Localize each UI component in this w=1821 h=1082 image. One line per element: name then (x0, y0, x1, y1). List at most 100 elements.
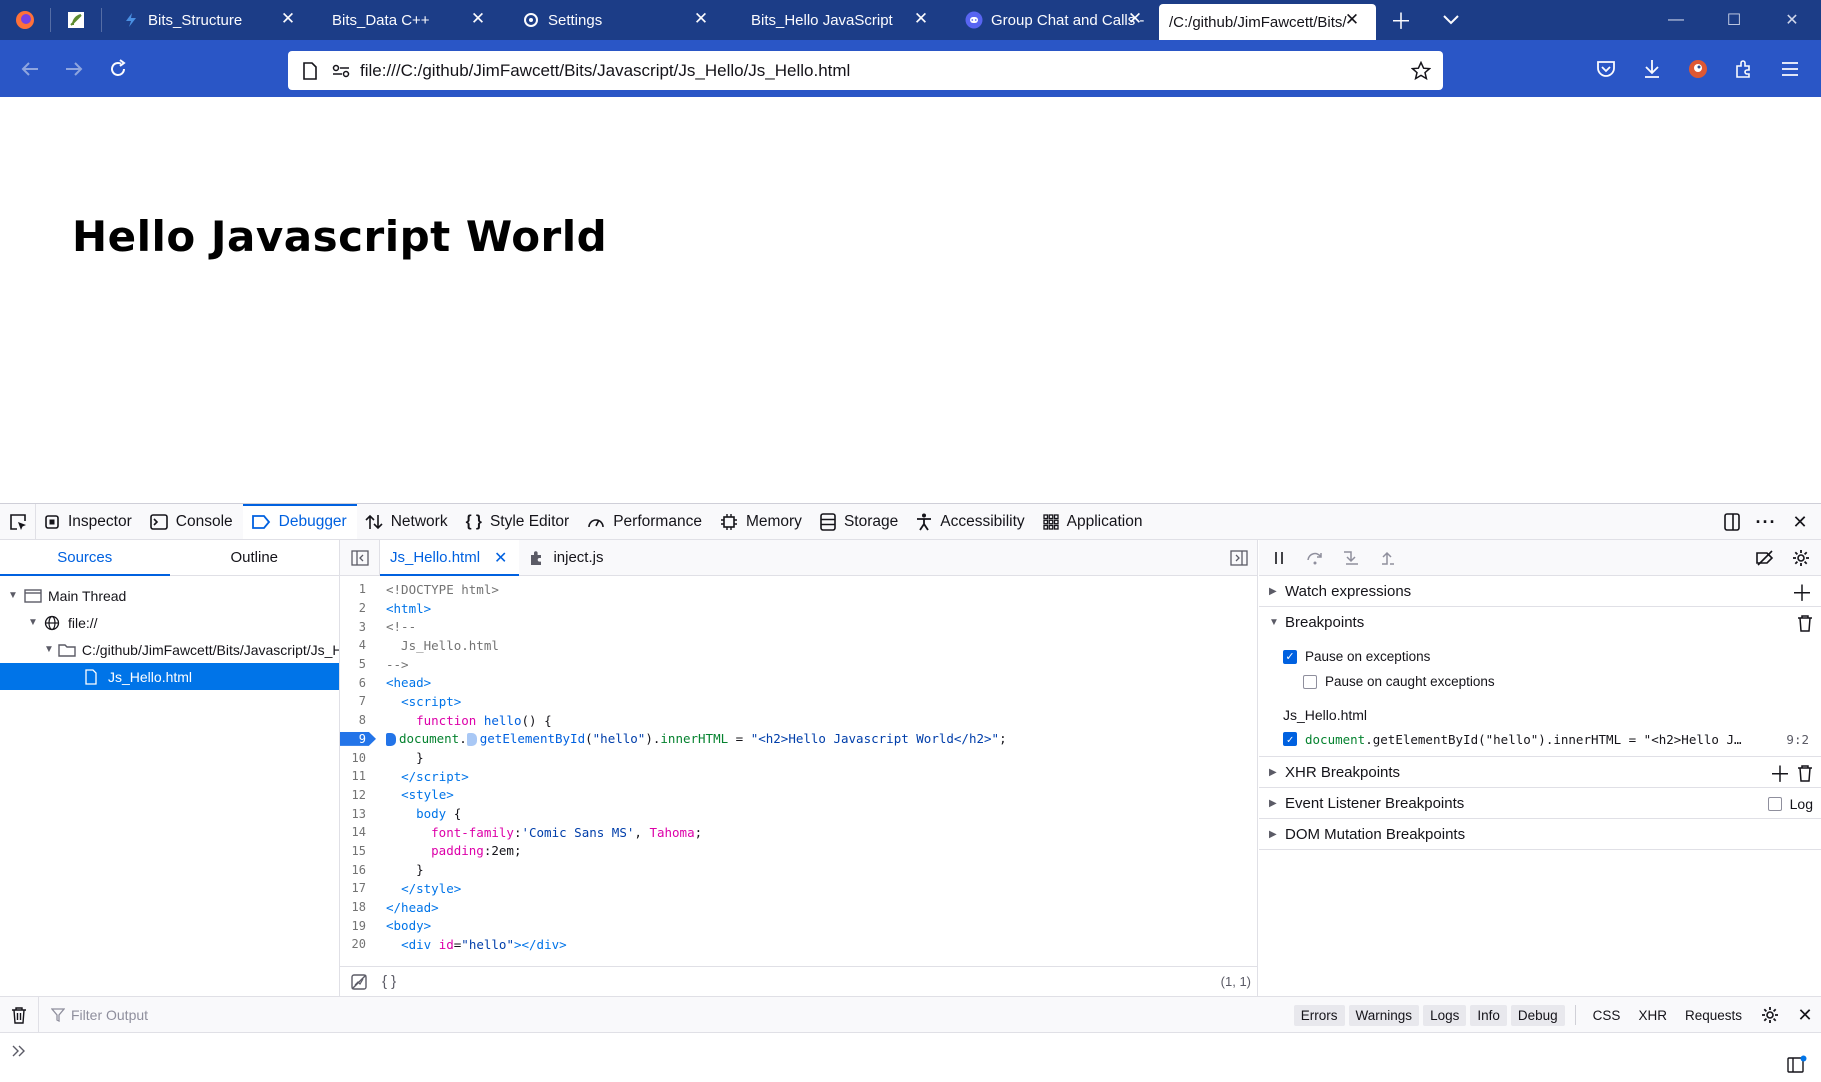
tab-pinned-leaf[interactable] (51, 0, 101, 40)
devtools-tab-inspector[interactable]: Inspector (36, 504, 142, 539)
reload-button[interactable] (96, 47, 140, 91)
devtools-options-button[interactable]: ··· (1749, 504, 1783, 540)
console-filter[interactable]: Filter Output (38, 996, 148, 1033)
editor-mode-toggle-button[interactable] (1787, 1055, 1807, 1073)
breakpoints-header[interactable]: ▼ Breakpoints (1259, 607, 1821, 638)
level-logs[interactable]: Logs (1423, 1004, 1467, 1026)
permissions-icon[interactable] (328, 64, 354, 78)
tab-outline[interactable]: Outline (170, 540, 340, 575)
level-info[interactable]: Info (1470, 1004, 1507, 1026)
event-listener-breakpoints-header[interactable]: ▶ Event Listener Breakpoints Log (1259, 788, 1821, 819)
step-over-button[interactable] (1297, 540, 1333, 576)
tab-bits-hello-javascript[interactable]: Bits_Hello JavaScript ✕ (725, 0, 945, 40)
tab-settings[interactable]: Settings ✕ (502, 0, 725, 40)
tree-item-folder[interactable]: ▼ C:/github/JimFawcett/Bits/Javascript/J… (0, 636, 339, 663)
watch-expressions-header[interactable]: ▶ Watch expressions ＋ (1259, 576, 1821, 607)
xhr-breakpoints-header[interactable]: ▶ XHR Breakpoints ＋ (1259, 757, 1821, 788)
filter-css[interactable]: CSS (1586, 1005, 1628, 1026)
back-button[interactable] (8, 47, 52, 91)
close-icon[interactable]: ✕ (1125, 9, 1145, 29)
trash-icon[interactable] (1797, 764, 1813, 782)
bookmark-star-icon[interactable] (1403, 60, 1439, 81)
editor-tab-inject-js[interactable]: inject.js (519, 540, 615, 575)
toggle-sources-button[interactable] (340, 540, 380, 575)
close-devtools-button[interactable]: ✕ (1783, 504, 1817, 540)
forward-button[interactable] (52, 47, 96, 91)
trash-icon[interactable] (1797, 614, 1813, 632)
level-warnings[interactable]: Warnings (1348, 1004, 1420, 1026)
dock-toggle-button[interactable] (1715, 504, 1749, 540)
close-icon[interactable]: ✕ (494, 548, 507, 568)
duckduckgo-extension-button[interactable] (1675, 47, 1721, 91)
close-icon[interactable]: ✕ (468, 9, 488, 29)
minimize-button[interactable]: — (1647, 0, 1705, 40)
filter-xhr[interactable]: XHR (1631, 1005, 1674, 1026)
toggle-right-pane-button[interactable] (1229, 548, 1249, 568)
close-icon[interactable]: ✕ (691, 9, 711, 29)
expand-triangle-icon[interactable]: ▼ (26, 617, 40, 628)
step-out-button[interactable] (1369, 540, 1405, 576)
editor-tab-js-hello-html[interactable]: Js_Hello.html ✕ (380, 540, 520, 576)
maximize-button[interactable]: ☐ (1705, 0, 1763, 40)
checkbox-checked[interactable]: ✓ (1283, 649, 1297, 664)
tab-discord[interactable]: Group Chat and Calls - ✕ (945, 0, 1159, 40)
element-picker-button[interactable] (0, 504, 36, 539)
new-tab-button[interactable]: ＋ (1376, 0, 1426, 40)
pause-on-caught-option[interactable]: Pause on caught exceptions (1283, 669, 1821, 694)
tab-bits-structure[interactable]: Bits_Structure ✕ (102, 0, 312, 40)
filter-requests[interactable]: Requests (1678, 1005, 1749, 1026)
blackbox-source-button[interactable] (350, 973, 368, 991)
devtools-tab-accessibility[interactable]: Accessibility (908, 504, 1034, 539)
close-icon[interactable]: ✕ (911, 9, 931, 29)
devtools-tab-debugger[interactable]: Debugger (242, 504, 357, 539)
breakpoint-entry[interactable]: ✓ document .getElementById("hello").inner… (1283, 726, 1821, 752)
tab-sources[interactable]: Sources (0, 540, 170, 576)
tab-bits-data-cpp[interactable]: Bits_Data C++ ✕ (312, 0, 502, 40)
plus-icon[interactable]: ＋ (1791, 576, 1813, 608)
plus-icon[interactable]: ＋ (1769, 757, 1791, 789)
close-icon[interactable]: ✕ (1342, 10, 1362, 30)
devtools-tab-memory[interactable]: Memory (712, 504, 812, 539)
console-input[interactable] (0, 1033, 1821, 1073)
close-split-console-button[interactable]: ✕ (1789, 1005, 1821, 1026)
deactivate-breakpoints-button[interactable] (1747, 540, 1783, 576)
code-view[interactable]: 1 <!DOCTYPE html> 2 <html> 3 <!-- 4 Js_Hell… (340, 580, 1257, 962)
column-breakpoint-icon[interactable] (466, 733, 477, 747)
devtools-tab-style-editor[interactable]: { } Style Editor (458, 504, 580, 539)
devtools-tab-network[interactable]: Network (357, 504, 458, 539)
code-line-breakpoint[interactable]: 9 document. getElementById("hello").innerH… (340, 730, 1257, 749)
debugger-settings-button[interactable] (1783, 540, 1819, 576)
checkbox-unchecked[interactable] (1303, 674, 1317, 689)
level-errors[interactable]: Errors (1293, 1004, 1345, 1026)
clear-console-button[interactable] (0, 1006, 38, 1024)
list-all-tabs-button[interactable] (1426, 0, 1476, 40)
downloads-button[interactable] (1629, 47, 1675, 91)
devtools-tab-storage[interactable]: Storage (812, 504, 908, 539)
console-settings-button[interactable] (1751, 1006, 1789, 1024)
breakpoint-marker[interactable]: 9 (340, 731, 376, 746)
close-icon[interactable]: ✕ (278, 9, 298, 29)
log-checkbox[interactable] (1767, 796, 1782, 811)
dom-mutation-breakpoints-header[interactable]: ▶ DOM Mutation Breakpoints (1259, 819, 1821, 850)
tab-js-hello-active[interactable]: /C:/github/JimFawcett/Bits/ ✕ (1159, 4, 1376, 40)
pause-button[interactable] (1261, 540, 1297, 576)
url-bar[interactable]: file:///C:/github/JimFawcett/Bits/Javasc… (288, 51, 1443, 90)
pause-on-exceptions-option[interactable]: ✓ Pause on exceptions (1283, 644, 1821, 669)
checkbox-checked[interactable]: ✓ (1283, 732, 1297, 746)
tree-item-file-protocol[interactable]: ▼ file:// (0, 609, 339, 636)
devtools-tab-application[interactable]: Application (1035, 504, 1153, 539)
tree-item-main-thread[interactable]: ▼ Main Thread (0, 582, 339, 609)
tab-pinned-firefox[interactable] (0, 0, 50, 40)
app-menu-button[interactable] (1767, 47, 1813, 91)
devtools-tab-console[interactable]: Console (142, 504, 243, 539)
expand-triangle-icon[interactable]: ▼ (6, 590, 20, 601)
devtools-tab-performance[interactable]: Performance (579, 504, 712, 539)
pretty-print-button[interactable]: { } (382, 973, 396, 990)
pocket-button[interactable] (1583, 47, 1629, 91)
level-debug[interactable]: Debug (1510, 1004, 1565, 1026)
expand-triangle-icon[interactable]: ▼ (44, 644, 54, 655)
extensions-button[interactable] (1721, 47, 1767, 91)
close-window-button[interactable]: ✕ (1763, 0, 1821, 40)
column-breakpoint-icon[interactable] (386, 733, 396, 747)
tree-item-js-hello-html[interactable]: Js_Hello.html (0, 663, 339, 690)
